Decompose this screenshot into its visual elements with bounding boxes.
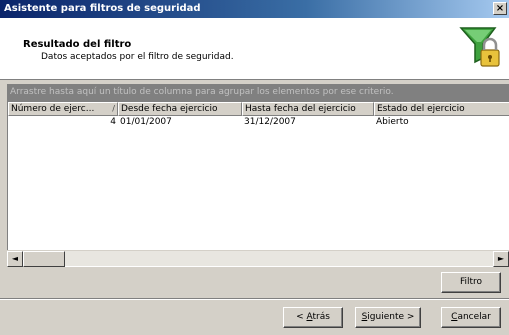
cell-numero: 4 [110,117,116,127]
scrollbar-thumb[interactable] [23,251,65,267]
cell-hasta: 31/12/2007 [244,117,296,127]
column-header-desde[interactable]: Desde fecha ejercicio [118,102,242,116]
scroll-left-icon[interactable]: ◄ [7,251,23,267]
cell-estado: Abierto [376,117,409,127]
back-button[interactable]: < Atrás [283,307,343,328]
page-subtitle: Datos aceptados por el filtro de segurid… [41,52,234,62]
column-header-hasta[interactable]: Hasta fecha del ejercicio [242,102,374,116]
wizard-window: Asistente para filtros de seguridad × Re… [0,0,509,335]
title-bar: Asistente para filtros de seguridad × [0,0,509,18]
column-header-numero[interactable]: Número de ejerc... / [8,102,118,116]
sort-indicator-icon: / [112,104,115,113]
cell-desde: 01/01/2007 [120,117,172,127]
next-button[interactable]: Siguiente > [355,307,421,328]
filter-button[interactable]: Filtro [441,272,501,293]
horizontal-scrollbar[interactable]: ◄ ► [7,250,509,267]
window-title: Asistente para filtros de seguridad [4,3,201,14]
close-button[interactable]: × [493,2,507,15]
column-header-estado[interactable]: Estado del ejercicio [374,102,509,116]
scroll-right-icon[interactable]: ► [493,251,509,267]
grid-header: Número de ejerc... / Desde fecha ejercic… [8,102,509,116]
divider [0,298,509,300]
page-title: Resultado del filtro [23,39,132,50]
results-grid: Número de ejerc... / Desde fecha ejercic… [7,102,509,267]
table-row[interactable]: 4 01/01/2007 31/12/2007 Abierto [8,116,509,129]
cancel-button[interactable]: Cancelar [441,307,501,328]
group-by-panel[interactable]: Arrastre hasta aquí un título de columna… [7,84,509,102]
wizard-header: Resultado del filtro Datos aceptados por… [0,18,509,80]
funnel-lock-icon [459,27,500,67]
